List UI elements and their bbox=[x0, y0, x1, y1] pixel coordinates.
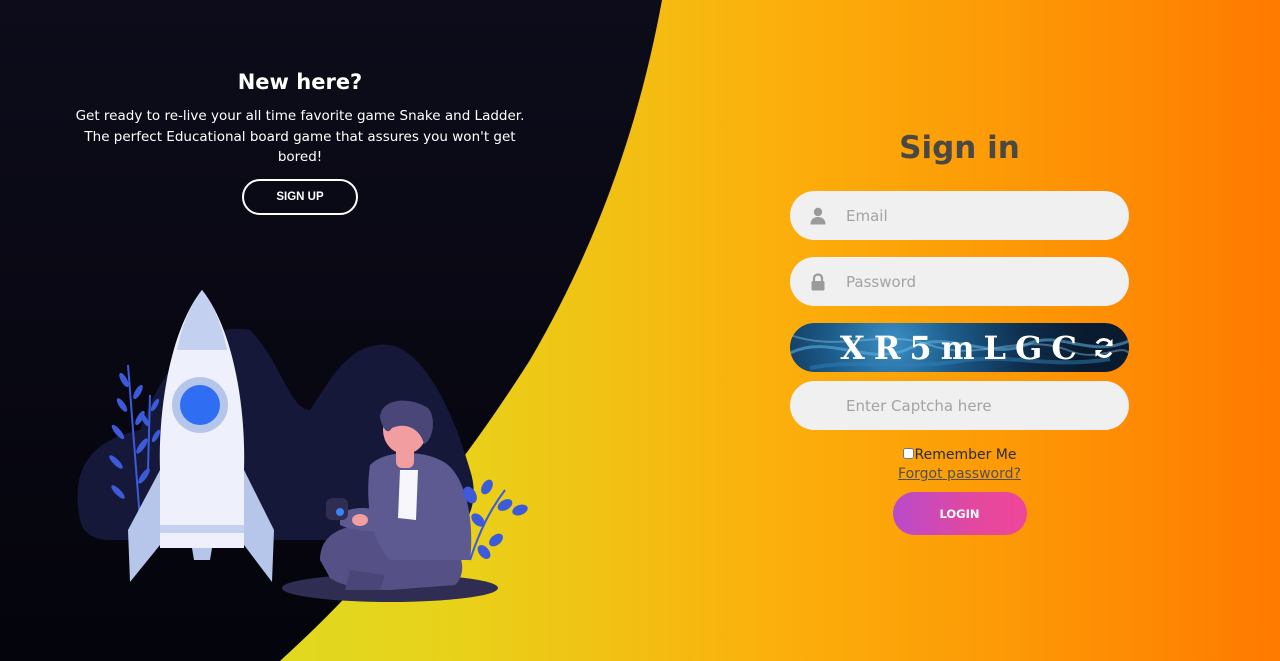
remember-checkbox[interactable] bbox=[902, 448, 914, 459]
email-input[interactable] bbox=[846, 195, 1106, 236]
forgot-password-link[interactable]: Forgot password? bbox=[790, 466, 1129, 482]
lock-icon bbox=[790, 257, 846, 306]
password-input[interactable] bbox=[846, 261, 1106, 302]
refresh-icon[interactable] bbox=[1091, 335, 1117, 361]
remember-label: Remember Me bbox=[914, 447, 1017, 463]
email-field-wrapper bbox=[790, 191, 1129, 240]
signin-form: Sign in XR5mLGC bbox=[790, 130, 1129, 535]
login-button[interactable]: LOGIN bbox=[892, 492, 1027, 535]
remember-me: Remember Me bbox=[790, 447, 1129, 463]
captcha-image: XR5mLGC bbox=[790, 323, 1129, 372]
signup-button[interactable]: SIGN UP bbox=[242, 178, 358, 215]
captcha-field-wrapper bbox=[790, 381, 1129, 430]
user-icon bbox=[790, 191, 846, 240]
left-panel-title: New here? bbox=[237, 70, 363, 94]
password-field-wrapper bbox=[790, 257, 1129, 306]
left-panel-description: Get ready to re-live your all time favor… bbox=[75, 108, 525, 165]
signin-title: Sign in bbox=[899, 130, 1020, 166]
signup-panel: New here? Get ready to re-live your all … bbox=[60, 70, 540, 215]
captcha-code: XR5mLGC bbox=[840, 328, 1086, 367]
captcha-input[interactable] bbox=[846, 385, 1106, 426]
